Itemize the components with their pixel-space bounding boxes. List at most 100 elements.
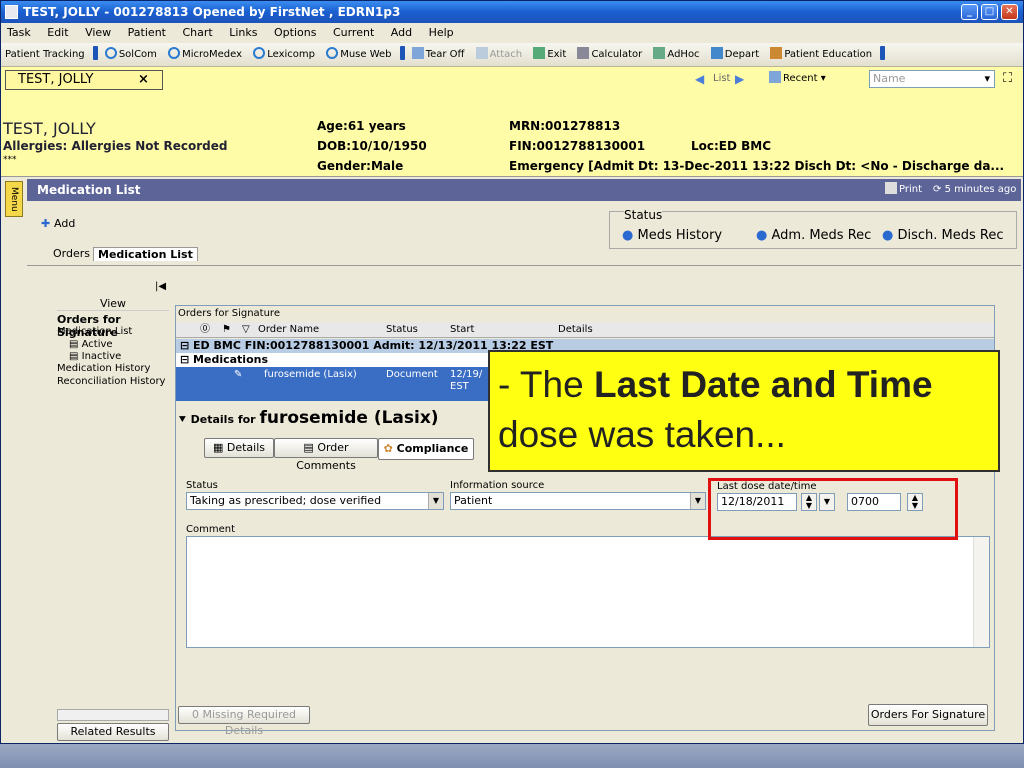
filter-icon: ▽ (242, 324, 250, 335)
back-arrow-icon[interactable]: ◀ (695, 72, 704, 86)
drug-name: furosemide (Lasix) (259, 408, 439, 428)
status-select[interactable]: Taking as prescribed; dose verified ▼ (186, 492, 444, 510)
col-start[interactable]: Start (450, 322, 474, 338)
view-panel: |◀ View Orders for Signature Medication … (57, 281, 169, 741)
order-start-tz: EST (450, 381, 469, 392)
menu-bar: Task Edit View Patient Chart Links Optio… (1, 23, 1023, 43)
medication-list-header: Medication List Print ⟳ 5 minutes ago (27, 179, 1021, 201)
details-title[interactable]: ⯆ Details for furosemide (Lasix) (178, 408, 439, 428)
add-button[interactable]: ✚ Add (41, 217, 75, 230)
order-start: 12/19/ (450, 369, 483, 380)
menu-side-tab[interactable]: Menu (5, 181, 23, 217)
tab-order-comments[interactable]: ▤ Order Comments (274, 438, 378, 472)
view-reconciliation-history[interactable]: Reconciliation History (57, 376, 165, 387)
menu-help[interactable]: Help (429, 26, 454, 39)
maximize-button[interactable]: □ (981, 4, 998, 20)
tab-medication-list[interactable]: Medication List (93, 247, 198, 261)
flag-icon: ⚑ (222, 324, 231, 335)
close-button[interactable]: ✕ (1001, 4, 1018, 20)
plus-icon: ✚ (41, 217, 55, 230)
disch-meds-rec-status[interactable]: ● Disch. Meds Rec (882, 228, 1004, 243)
chevron-down-icon: ▼ (690, 493, 705, 509)
missing-required-details-button[interactable]: 0 Missing Required Details (178, 706, 310, 737)
tab-compliance[interactable]: ✿ Compliance (378, 438, 474, 460)
encounter-info: Emergency [Admit Dt: 13-Dec-2011 13:22 D… (509, 159, 1005, 173)
recent-icon (769, 71, 781, 83)
adm-meds-rec-status[interactable]: ● Adm. Meds Rec (756, 228, 871, 243)
view-scrollbar[interactable] (57, 709, 169, 721)
toolbar-grip-icon (399, 46, 405, 60)
view-medication-history[interactable]: Medication History (57, 363, 150, 374)
name-search-input[interactable]: Name ▾ (869, 70, 995, 88)
attach-button[interactable]: Attach (475, 43, 522, 67)
title-bar: TEST, JOLLY - 001278813 Opened by FirstN… (1, 1, 1023, 23)
lexicomp-button[interactable]: Lexicomp (253, 43, 315, 67)
menu-view[interactable]: View (85, 26, 111, 39)
recent-button[interactable]: Recent ▾ (769, 71, 826, 87)
binoculars-icon[interactable]: ⛶ (1003, 71, 1012, 86)
forward-arrow-icon[interactable]: ▶ (735, 72, 744, 86)
menu-add[interactable]: Add (391, 26, 412, 39)
patient-demographics-banner: TEST, JOLLY Allergies: Allergies Not Rec… (1, 91, 1023, 177)
fin: FIN:0012788130001 (509, 139, 646, 153)
depart-icon (710, 47, 723, 59)
tab-details[interactable]: ▦ Details (204, 438, 274, 458)
order-name: furosemide (Lasix) (264, 369, 357, 380)
print-button[interactable]: Print (885, 179, 922, 201)
menu-patient[interactable]: Patient (128, 26, 166, 39)
meds-history-status[interactable]: ● Meds History (622, 228, 722, 243)
menu-task[interactable]: Task (7, 26, 31, 39)
app-icon (5, 5, 18, 19)
menu-current[interactable]: Current (333, 26, 374, 39)
col-status[interactable]: Status (386, 322, 418, 338)
collapse-icon[interactable]: |◀ (155, 281, 166, 292)
menu-edit[interactable]: Edit (47, 26, 68, 39)
comment-label: Comment (186, 524, 235, 535)
adhoc-button[interactable]: AdHoc (653, 43, 700, 67)
col-details[interactable]: Details (558, 322, 593, 338)
comment-scrollbar[interactable] (973, 537, 989, 647)
magnifier-icon (168, 47, 181, 59)
menu-chart[interactable]: Chart (182, 26, 212, 39)
view-inactive[interactable]: ▤ Inactive (69, 351, 121, 362)
col-order-name[interactable]: Order Name (258, 322, 319, 338)
status-legend-label: Status (624, 208, 663, 222)
orders-for-signature-button[interactable]: Orders For Signature (868, 704, 988, 726)
menu-options[interactable]: Options (274, 26, 316, 39)
muse-web-button[interactable]: Muse Web (326, 43, 392, 67)
section-title: Medication List (37, 183, 141, 197)
chevron-down-icon: ▾ (984, 72, 990, 85)
minimize-button[interactable]: _ (961, 4, 978, 20)
gender: Gender:Male (317, 159, 404, 173)
info-icon: ● (882, 228, 898, 243)
tear-off-button[interactable]: Tear Off (411, 43, 464, 67)
solcom-button[interactable]: SolCom (104, 43, 157, 67)
orders-grid-header: ⓪ ⚑ ▽ Order Name Status Start Details (176, 322, 994, 338)
list-icon: ▤ (69, 351, 82, 362)
list-label[interactable]: List (713, 73, 730, 84)
micromedex-button[interactable]: MicroMedex (168, 43, 242, 67)
refresh-icon: ⟳ (933, 184, 945, 195)
printer-icon (885, 182, 897, 194)
information-source-select[interactable]: Patient ▼ (450, 492, 706, 510)
depart-button[interactable]: Depart (710, 43, 759, 67)
exit-button[interactable]: Exit (533, 43, 566, 67)
patient-tab[interactable]: TEST, JOLLY × (5, 70, 163, 90)
related-results-button[interactable]: Related Results (57, 723, 169, 741)
view-active[interactable]: ▤ Active (69, 339, 113, 350)
patient-tracking-button[interactable]: Patient Tracking (5, 43, 85, 67)
patient-name: TEST, JOLLY (3, 119, 96, 138)
mrn: MRN:001278813 (509, 119, 621, 133)
compliance-icon: ✿ (383, 442, 397, 455)
age: Age:61 years (317, 119, 406, 133)
comment-textarea[interactable] (186, 536, 990, 648)
status-field-label: Status (186, 480, 218, 491)
menu-links[interactable]: Links (229, 26, 257, 39)
view-medication-list[interactable]: Medication List (57, 326, 132, 337)
tab-orders[interactable]: Orders (53, 247, 90, 260)
calculator-button[interactable]: Calculator (577, 43, 642, 67)
patient-education-button[interactable]: Patient Education (770, 43, 872, 67)
close-tab-icon[interactable]: × (138, 71, 149, 89)
stars: *** (3, 155, 17, 165)
refresh-status[interactable]: ⟳ 5 minutes ago (933, 179, 1016, 201)
